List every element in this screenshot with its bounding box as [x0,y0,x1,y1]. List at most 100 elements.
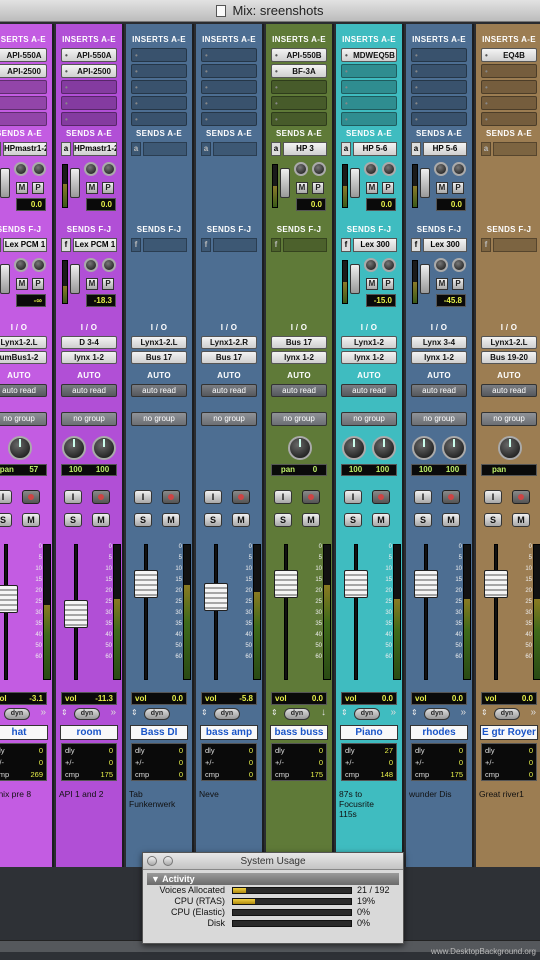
dyn-button[interactable]: dyn [424,708,450,720]
pan-right-knob-icon[interactable] [442,436,466,460]
output-selector[interactable]: Bus 19-20 [481,351,537,364]
send-prepost-button[interactable]: P [32,278,44,290]
insert-slot[interactable]: • [61,96,117,110]
send-a-row[interactable]: a [131,142,187,156]
insert-slot[interactable]: •API-2500 [0,64,47,78]
insert-slot[interactable]: • [201,48,257,62]
solo-button[interactable]: S [204,513,222,527]
output-selector[interactable]: lynx 1-2 [341,351,397,364]
send-f-row[interactable]: fLex PCM 1 [61,238,117,252]
insert-slot[interactable]: • [271,112,327,126]
input-selector[interactable]: Lynx 3-4 [411,336,467,349]
dyn-button[interactable]: dyn [144,708,170,720]
send-f-fader[interactable] [70,264,80,294]
input-monitor-button[interactable]: I [484,490,502,504]
mute-button[interactable]: M [442,513,460,527]
volume-fader[interactable] [204,582,228,611]
input-monitor-button[interactable]: I [204,490,222,504]
send-a-destination[interactable] [213,142,257,156]
input-monitor-button[interactable]: I [64,490,82,504]
insert-slot[interactable]: • [411,64,467,78]
output-selector[interactable]: lynx 1-2 [271,351,327,364]
group-selector[interactable]: no group [341,412,397,426]
send-pan-knob-icon[interactable] [32,258,46,272]
input-monitor-button[interactable]: I [344,490,362,504]
insert-slot[interactable]: • [341,112,397,126]
mute-button[interactable]: M [302,513,320,527]
group-selector[interactable]: no group [201,412,257,426]
solo-button[interactable]: S [414,513,432,527]
send-pan-knob-icon[interactable] [14,258,28,272]
volume-fader[interactable] [134,569,158,598]
insert-slot[interactable]: • [0,80,47,94]
send-f-fader[interactable] [420,264,430,294]
output-selector[interactable]: lynx 1-2 [411,351,467,364]
insert-slot[interactable]: • [411,112,467,126]
track-name-button[interactable]: room [60,725,118,740]
output-selector[interactable]: Bus 17 [131,351,187,364]
track-comment[interactable]: 87s to Focusrite 115s [337,787,401,851]
automation-mode-selector[interactable]: auto read [201,384,257,397]
record-enable-button[interactable] [512,490,530,504]
insert-slot[interactable]: • [411,96,467,110]
send-f-row[interactable]: f [131,238,187,252]
track-comment[interactable] [267,787,331,851]
track-name-button[interactable]: E gtr Royer [480,725,538,740]
insert-slot[interactable]: • [201,64,257,78]
send-f-destination[interactable] [493,238,537,252]
send-mute-button[interactable]: M [436,182,448,194]
send-pan-knob-icon[interactable] [382,162,396,176]
close-window-icon[interactable] [147,856,157,866]
solo-button[interactable]: S [134,513,152,527]
insert-slot[interactable]: • BF-3A [271,64,327,78]
send-pan-knob-icon[interactable] [364,162,378,176]
insert-slot[interactable]: • MDWEQ5B [341,48,397,62]
input-monitor-button[interactable]: I [0,490,12,504]
send-a-row[interactable]: a HP 5-6 [341,142,397,156]
send-a-destination[interactable]: HPmastr1-2 [3,142,47,156]
insert-slot[interactable]: • EQ4B [481,48,537,62]
insert-slot[interactable]: • API-550A [61,48,117,62]
send-f-destination[interactable]: Lex 300 [423,238,467,252]
send-prepost-button[interactable]: P [102,182,114,194]
send-pan-knob-icon[interactable] [84,258,98,272]
group-selector[interactable]: no group [61,412,117,426]
dyn-button[interactable]: dyn [354,708,380,720]
track-name-button[interactable]: Bass DI [130,725,188,740]
send-a-row[interactable]: aHPmastr1-2 [61,142,117,156]
send-pan-knob-icon[interactable] [312,162,326,176]
record-enable-button[interactable] [162,490,180,504]
volume-fader[interactable] [274,569,298,598]
send-pan-knob-icon[interactable] [452,258,466,272]
send-a-fader[interactable] [420,168,430,198]
send-mute-button[interactable]: M [366,278,378,290]
track-name-button[interactable]: bass amp [200,725,258,740]
send-mute-button[interactable]: M [296,182,308,194]
volume-fader[interactable] [0,585,18,614]
send-mute-button[interactable]: M [436,278,448,290]
send-a-destination[interactable]: HP 5-6 [423,142,467,156]
insert-slot[interactable]: • [131,112,187,126]
send-f-row[interactable]: f [271,238,327,252]
insert-slot[interactable]: • [341,80,397,94]
send-prepost-button[interactable]: P [452,278,464,290]
track-comment[interactable]: oenix pre 8 [0,787,51,851]
volume-fader[interactable] [414,569,438,598]
send-f-row[interactable]: f Lex 300 [411,238,467,252]
track-comment[interactable]: API 1 and 2 [57,787,121,851]
input-selector[interactable]: Bus 17 [271,336,327,349]
insert-slot[interactable]: • [201,96,257,110]
input-monitor-button[interactable]: I [414,490,432,504]
insert-slot[interactable]: • [201,112,257,126]
send-f-destination[interactable] [283,238,327,252]
track-comment[interactable]: Neve [197,787,261,851]
input-selector[interactable]: Lynx1-2.L [481,336,537,349]
send-f-destination[interactable] [143,238,187,252]
pan-left-knob-icon[interactable] [62,436,86,460]
insert-slot[interactable]: • [131,64,187,78]
send-a-fader[interactable] [70,168,80,198]
automation-mode-selector[interactable]: auto read [411,384,467,397]
input-selector[interactable]: Lynx1-2.L [131,336,187,349]
output-selector[interactable]: Bus 17 [201,351,257,364]
volume-fader[interactable] [64,600,88,629]
